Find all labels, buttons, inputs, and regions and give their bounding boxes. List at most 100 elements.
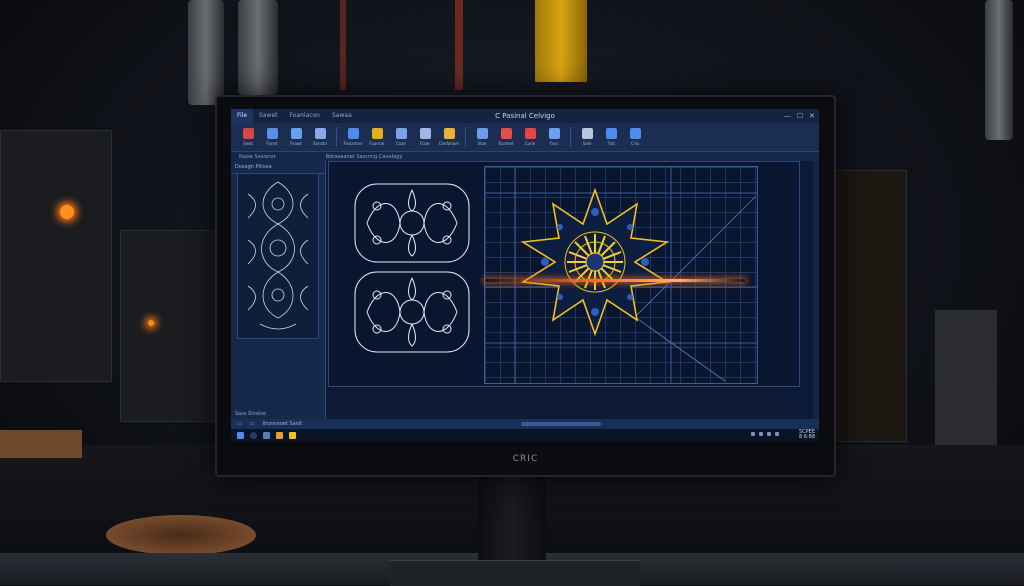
right-machine xyxy=(935,310,997,462)
ribbon-label: Sewt xyxy=(243,141,253,146)
ribbon-button-fonet[interactable]: Fonet xyxy=(261,125,283,149)
ribbon-button-tlot[interactable]: Tlot xyxy=(600,125,622,149)
red-chain xyxy=(340,0,346,90)
ribbon-button-curie[interactable]: Curie xyxy=(519,125,541,149)
search-icon[interactable] xyxy=(250,431,257,439)
clay-bowl xyxy=(106,515,256,555)
warning-light xyxy=(60,205,74,219)
right-cabinet xyxy=(835,170,907,442)
system-tray xyxy=(751,432,779,436)
ribbon-toolbar: Sewt Fonet Feawt Sanata Fiosaman Fuanrat Coan F… xyxy=(231,123,819,152)
monitor-brand: CRIC xyxy=(512,454,539,464)
status-bar: ▭ ▭ Ilnzovsoet Sanlt xyxy=(231,419,819,429)
start-icon[interactable] xyxy=(237,431,244,439)
explorer-icon[interactable] xyxy=(289,431,296,439)
ribbon-button-canfanam[interactable]: Canfanam xyxy=(438,125,460,149)
line-icon xyxy=(476,128,488,139)
ribbon-label: Fonet xyxy=(266,141,278,146)
tab-foaniacon[interactable]: Foaniacon xyxy=(283,109,326,123)
minimize-icon[interactable]: — xyxy=(784,109,791,123)
clock-line: 8 6:88 xyxy=(799,434,815,440)
vertical-scrollbar[interactable] xyxy=(813,161,819,419)
ribbon-label: Tlot xyxy=(607,141,615,146)
tab-file[interactable]: File xyxy=(231,109,254,123)
ribbon-separator xyxy=(465,127,466,147)
status-item[interactable]: ▭ xyxy=(237,421,242,427)
maximize-icon[interactable]: ☐ xyxy=(797,109,803,123)
ribbon-separator xyxy=(336,127,337,147)
monitor-base xyxy=(390,560,640,586)
ribbon-button-fuanrat[interactable]: Fuanrat xyxy=(366,125,388,149)
ribbon-label: Fuanrat xyxy=(369,141,385,146)
tab-sawaa[interactable]: Sawaa xyxy=(326,109,358,123)
panel-footer: Sass Sinalse xyxy=(235,411,266,417)
tray-icon[interactable] xyxy=(759,432,763,436)
ribbon-label: Curie xyxy=(524,141,536,146)
ribbon-button-stae[interactable]: Stae xyxy=(471,125,493,149)
ribbon-button-crio[interactable]: Crio xyxy=(624,125,646,149)
red-chain xyxy=(455,0,463,90)
monitor-stand xyxy=(478,470,546,570)
drawing-canvas[interactable] xyxy=(326,161,819,419)
ribbon-separator xyxy=(570,127,571,147)
browser-icon[interactable] xyxy=(276,431,283,439)
clock[interactable]: 5CPEE 8 6:88 xyxy=(799,430,815,440)
filigree-panels[interactable] xyxy=(347,176,477,360)
pen-icon xyxy=(290,128,302,139)
left-shelf xyxy=(0,130,112,382)
ribbon-label: Stae xyxy=(477,141,487,146)
horizontal-scrollbar[interactable] xyxy=(521,422,601,426)
ribbon-button-coan[interactable]: Coan xyxy=(390,125,412,149)
wall-pipe xyxy=(985,0,1013,140)
ribbon-button-fans[interactable]: Fans xyxy=(543,125,565,149)
cursor-icon xyxy=(242,128,254,139)
network-icon[interactable] xyxy=(767,432,771,436)
ribbon-button-sanata[interactable]: Sanata xyxy=(309,125,331,149)
knife-icon xyxy=(629,128,641,139)
tab-panel-left[interactable]: Naow Sesianst xyxy=(239,154,276,160)
bookmark-icon xyxy=(500,128,512,139)
ceiling-pipe xyxy=(188,0,224,105)
screen: File Sawet Foaniacon Sawaa C Pasinal Cel… xyxy=(231,109,819,441)
curve-icon xyxy=(347,128,359,139)
close-icon[interactable]: ✕ xyxy=(809,109,815,123)
ribbon-label: Fiosaman xyxy=(343,141,363,146)
ribbon-label: Canfanam xyxy=(438,141,460,146)
ribbon-button-fiosaman[interactable]: Fiosaman xyxy=(342,125,364,149)
tab-sawet[interactable]: Sawet xyxy=(253,109,283,123)
laser-beam xyxy=(485,279,745,282)
yellow-beam xyxy=(535,0,587,82)
brush-icon xyxy=(371,128,383,139)
indicator-light xyxy=(148,320,154,326)
ribbon-button-sewt[interactable]: Sewt xyxy=(237,125,259,149)
ribbon-button-rasmet[interactable]: Rasmet xyxy=(495,125,517,149)
ribbon-button-flaer[interactable]: Flaer xyxy=(414,125,436,149)
tab-document[interactable]: Bdraeaanet Sassnng Cavafagy xyxy=(326,154,403,160)
status-text: Ilnzovsoet Sanlt xyxy=(262,421,303,427)
ceiling-pipe xyxy=(238,0,278,95)
pattern-preview[interactable] xyxy=(237,173,319,339)
taskview-icon[interactable] xyxy=(263,431,270,439)
ribbon-button-sale[interactable]: Sale xyxy=(576,125,598,149)
mandala-design[interactable] xyxy=(515,187,675,337)
document-page[interactable] xyxy=(328,161,800,387)
volume-icon[interactable] xyxy=(775,432,779,436)
tray-icon[interactable] xyxy=(751,432,755,436)
taskbar: 5CPEE 8 6:88 xyxy=(231,429,819,441)
ribbon-label: Sale xyxy=(582,141,592,146)
status-item[interactable]: ▭ xyxy=(250,421,255,427)
design-preview-panel: Dosagn Pilivea Sass Sinalse xyxy=(231,161,326,419)
document-tabs: Naow Sesianst Bdraeaanet Sassnng Cavafag… xyxy=(231,152,819,161)
print-icon xyxy=(581,128,593,139)
globe-icon xyxy=(605,128,617,139)
title-bar: File Sawet Foaniacon Sawaa C Pasinal Cel… xyxy=(231,109,819,123)
gear-icon xyxy=(443,128,455,139)
ribbon-label: Rasmet xyxy=(498,141,514,146)
ribbon-button-feawt[interactable]: Feawt xyxy=(285,125,307,149)
workspace: Dosagn Pilivea Sass Sinalse xyxy=(231,161,819,419)
wood-board xyxy=(0,430,82,458)
tool-icon xyxy=(524,128,536,139)
left-rack xyxy=(120,230,217,422)
cutting-grid[interactable] xyxy=(484,166,758,384)
ribbon-label: Feawt xyxy=(290,141,302,146)
